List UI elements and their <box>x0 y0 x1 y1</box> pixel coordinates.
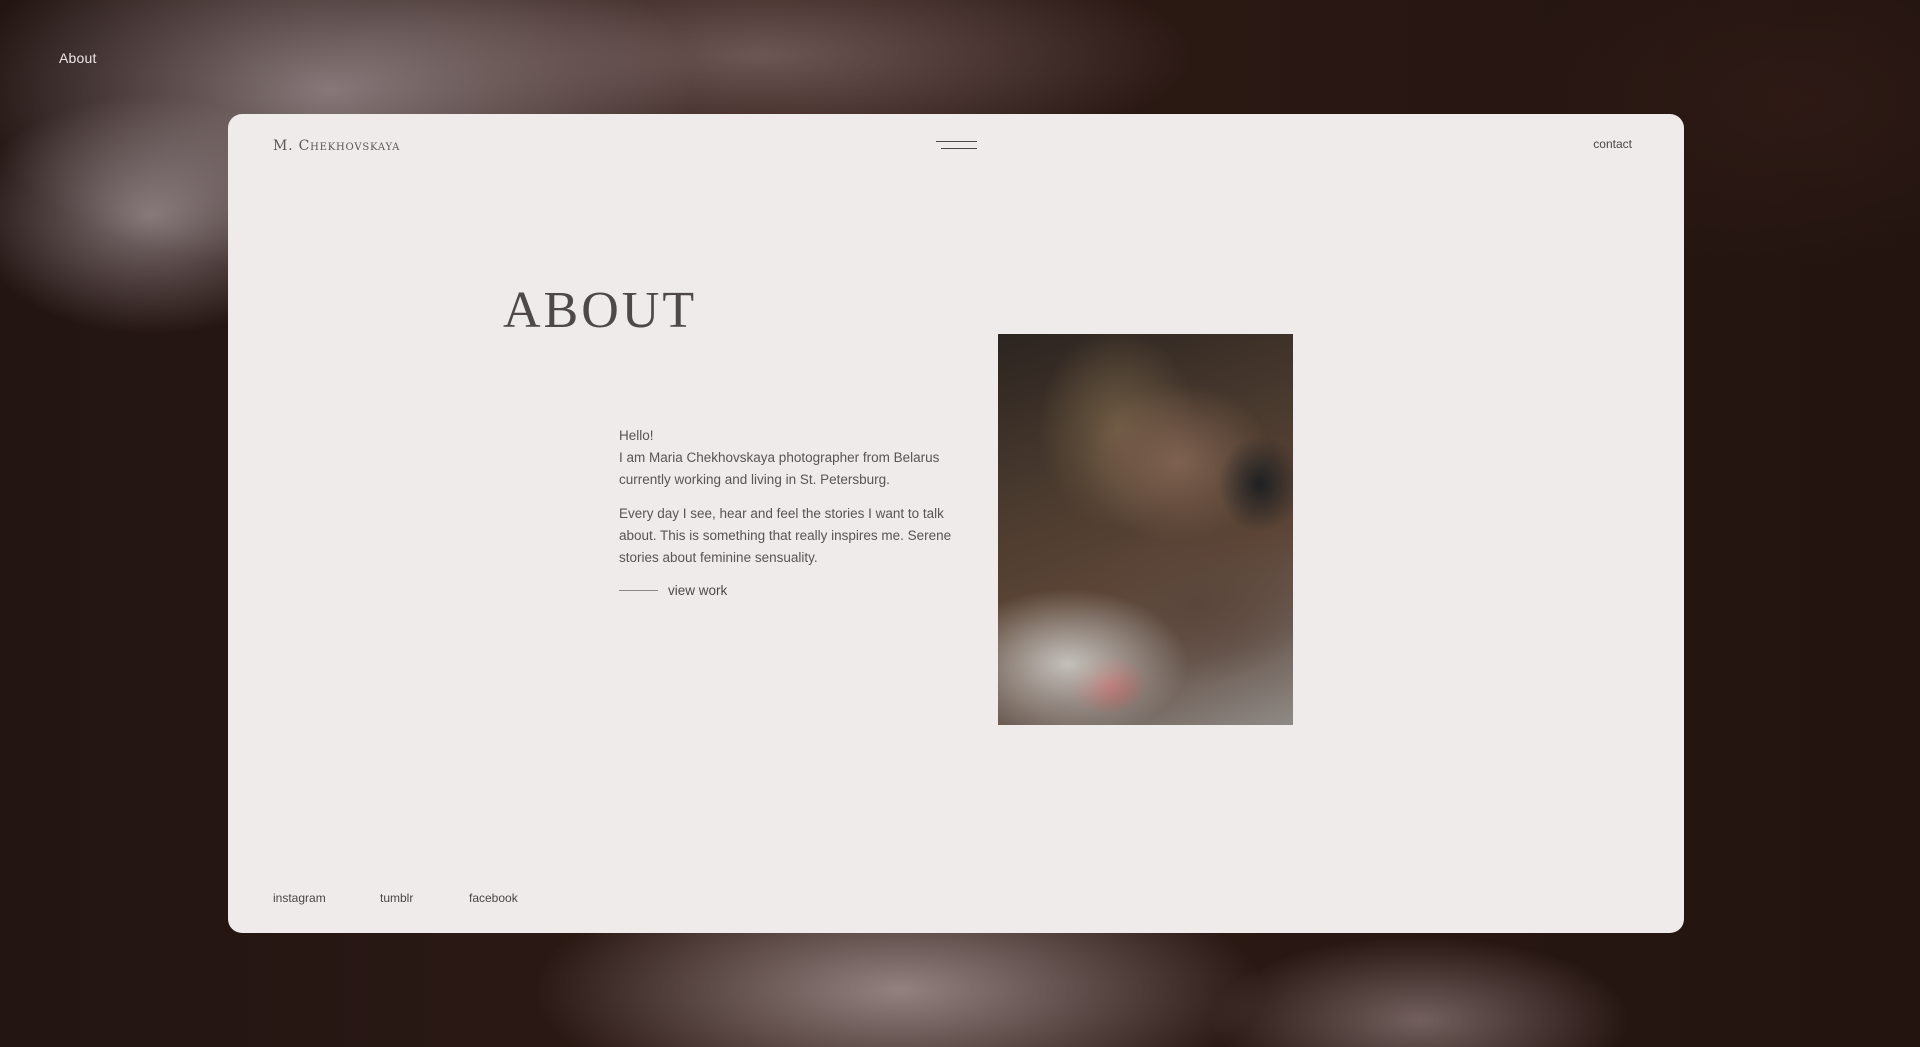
main-card: M. Chekhovskaya contact ABOUT Hello! I a… <box>228 114 1684 933</box>
inspiration-text: Every day I see, hear and feel the stori… <box>619 506 952 565</box>
menu-line-bottom <box>941 148 977 149</box>
menu-line-top <box>936 141 977 142</box>
about-corner-link[interactable]: About <box>59 50 97 66</box>
view-work-label: view work <box>668 583 728 598</box>
instagram-link[interactable]: instagram <box>273 891 326 905</box>
hamburger-menu-icon[interactable] <box>936 137 978 153</box>
dash-line-icon <box>619 590 658 591</box>
contact-link[interactable]: contact <box>1593 137 1632 151</box>
page-title: ABOUT <box>503 282 698 339</box>
portrait-photo <box>998 334 1293 725</box>
about-text: Hello! I am Maria Chekhovskaya photograp… <box>619 425 979 569</box>
view-work-link[interactable]: view work <box>619 583 727 598</box>
tumblr-link[interactable]: tumblr <box>380 891 413 905</box>
facebook-link[interactable]: facebook <box>469 891 518 905</box>
intro-text: I am Maria Chekhovskaya photographer fro… <box>619 450 940 487</box>
brand-logo[interactable]: M. Chekhovskaya <box>273 138 400 154</box>
greeting-text: Hello! <box>619 428 654 443</box>
